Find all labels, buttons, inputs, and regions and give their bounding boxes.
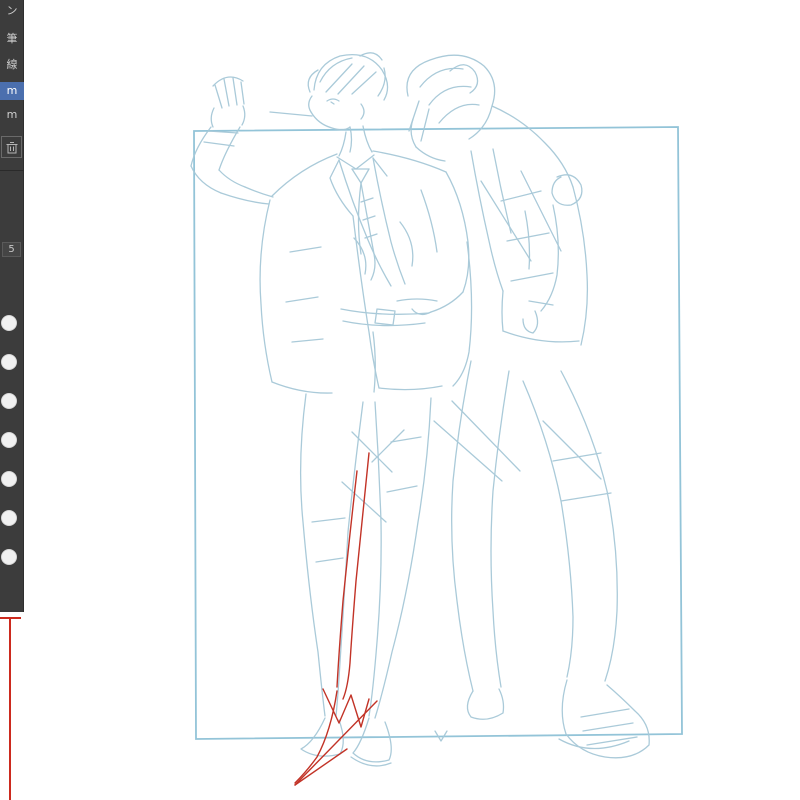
canvas-artwork (190, 52, 683, 786)
sidebar-item-tool-2[interactable]: 筆 (0, 30, 24, 48)
red-guide-vertical (9, 617, 11, 800)
sidebar-item-tool-4-selected[interactable]: m (0, 82, 24, 100)
brush-preset-dot[interactable] (1, 510, 17, 526)
canvas-area[interactable] (0, 0, 800, 800)
sidebar-item-tool-5[interactable]: m (0, 106, 24, 124)
sidebar-divider (0, 170, 24, 171)
tool-sidebar: ン 筆 線 m m 5 (0, 0, 24, 612)
brush-preset-dot[interactable] (1, 471, 17, 487)
sidebar-item-tool-3[interactable]: 線 (0, 56, 24, 74)
trash-icon (6, 141, 17, 153)
brush-preset-dot[interactable] (1, 354, 17, 370)
brush-preset-dot[interactable] (1, 393, 17, 409)
bottom-left-panel (0, 612, 24, 800)
draft-frame (193, 126, 683, 740)
sketch-figures (190, 52, 650, 767)
delete-brush-button[interactable] (1, 136, 22, 158)
brush-preset-dot[interactable] (1, 432, 17, 448)
brush-preset-dot[interactable] (1, 549, 17, 565)
app-window: ン 筆 線 m m 5 (0, 0, 800, 800)
sidebar-item-tool-1[interactable]: ン (0, 2, 24, 20)
brush-size-spinner[interactable]: 5 (2, 242, 21, 257)
brush-preset-dot[interactable] (1, 315, 17, 331)
